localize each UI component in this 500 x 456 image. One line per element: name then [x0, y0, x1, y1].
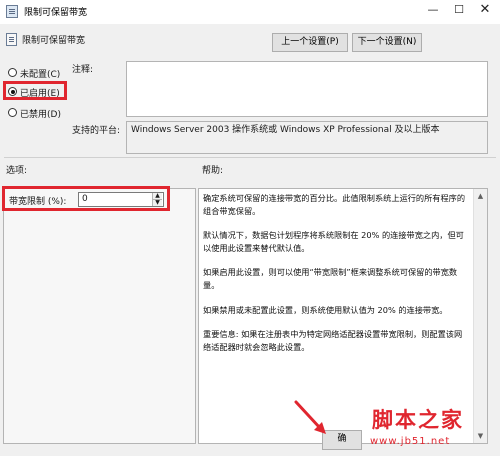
help-paragraph: 确定系统可保留的连接带宽的百分比。此值限制系统上运行的所有程序的组合带宽保留。 — [203, 193, 466, 216]
policy-app-icon — [6, 5, 18, 18]
help-paragraph: 默认情况下，数据包计划程序将系统限制在 20% 的连接带宽之内，但可以使用此设置… — [203, 230, 464, 253]
window-title: 限制可保留带宽 — [24, 8, 88, 18]
watermark-site-name: 脚本之家 — [372, 407, 464, 432]
radio-not-configured-label[interactable]: 未配置(C) — [20, 67, 60, 80]
next-setting-button[interactable]: 下一个设置(N) — [352, 33, 422, 52]
radio-not-configured[interactable] — [8, 68, 17, 77]
radio-disabled-label[interactable]: 已禁用(D) — [20, 107, 61, 120]
supported-platforms-box: Windows Server 2003 操作系统或 Windows XP Pro… — [126, 121, 488, 154]
maximize-button[interactable]: ☐ — [446, 0, 472, 20]
close-button[interactable]: ✕ — [472, 0, 498, 20]
minimize-button[interactable]: — — [420, 0, 446, 20]
bandwidth-highlight-box — [2, 186, 170, 211]
options-panel — [3, 188, 196, 444]
previous-setting-button[interactable]: 上一个设置(P) — [272, 33, 348, 52]
section-divider — [4, 157, 496, 158]
enabled-highlight-box — [3, 81, 67, 100]
help-section-label: 帮助: — [202, 166, 224, 176]
radio-disabled[interactable] — [8, 108, 17, 117]
help-paragraph: 如果禁用或未配置此设置，则系统使用默认值为 20% 的连接带宽。 — [203, 304, 448, 315]
scroll-up-arrow[interactable]: ▲ — [474, 190, 487, 202]
help-paragraph: 如果启用此设置，则可以使用“带宽限制”框来调整系统可保留的带宽数量。 — [203, 267, 458, 290]
watermark-url: www.jb51.net — [370, 436, 451, 447]
red-arrow-annotation — [294, 400, 326, 434]
comment-label: 注释: — [72, 65, 94, 75]
policy-setting-icon — [6, 33, 17, 46]
comment-textarea[interactable] — [126, 61, 488, 117]
policy-name: 限制可保留带宽 — [22, 36, 86, 46]
supported-platforms-label: 支持的平台: — [72, 126, 121, 136]
options-section-label: 选项: — [6, 166, 28, 176]
help-paragraph: 重要信息: 如果在注册表中为特定网络适配器设置带宽限制，则配置该网络适配器时就会… — [203, 329, 463, 352]
